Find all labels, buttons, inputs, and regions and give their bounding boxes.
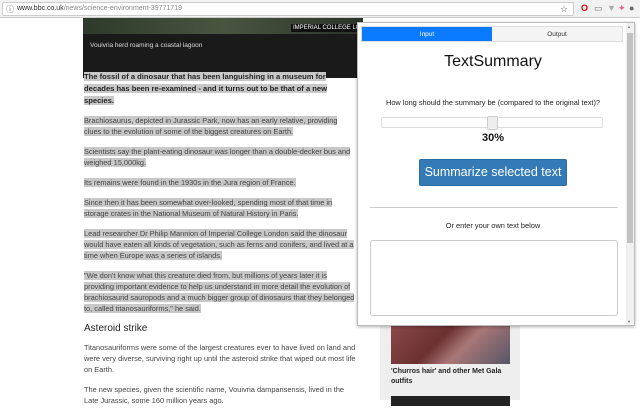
hero-image: IMPERIAL COLLEGE LON Vouivria herd roami… [83,18,367,78]
length-question: How long should the summary be (compared… [385,98,601,107]
paragraph: Brachiosaurus, depicted in Jurassic Park… [84,116,338,136]
scroll-up-icon[interactable]: ▲ [627,24,631,29]
article-lead: The fossil of a dinosaur that has been l… [84,72,328,105]
slider-thumb[interactable] [486,116,498,130]
image-credit: IMPERIAL COLLEGE LON [291,24,367,32]
paragraph: Since then it has been somewhat over-loo… [84,198,333,218]
color-extension-icon[interactable]: ✦ [618,3,626,14]
paragraph: Titanosauriforms were some of the larges… [84,343,356,374]
filter-extension-icon[interactable]: ▼ [607,3,616,14]
info-icon[interactable]: ⓘ [6,4,14,16]
summarize-button[interactable]: Summarize selected text [419,159,567,186]
tab-input[interactable]: Input [362,27,492,41]
paragraph: The new species, given the scientific na… [84,385,345,405]
image-caption: Vouivria herd roaming a coastal lagoon [90,42,203,49]
scrollbar-thumb[interactable] [627,33,633,243]
textsummary-popup: Input Output TextSummary How long should… [357,22,635,326]
popup-scrollbar[interactable]: ▲ ▼ [626,23,634,325]
paragraph: Lead researcher Dr Philip Mannion of Imp… [84,229,354,260]
tab-output[interactable]: Output [492,27,622,41]
cast-icon[interactable]: ▭ [594,3,603,14]
browser-toolbar: ⓘ www.bbc.co.uk/news/science-environment… [0,0,640,18]
percent-label: 30% [481,132,505,144]
opera-extension-icon[interactable]: O [581,3,588,14]
textsummary-extension-icon[interactable]: ● [629,3,634,14]
address-bar[interactable]: ⓘ www.bbc.co.uk/news/science-environment… [2,2,574,16]
paragraph: Its remains were found in the 1930s in t… [84,178,296,187]
paragraph: Scientists say the plant-eating dinosaur… [84,147,351,167]
promo-caption[interactable]: 'Churros hair' and other Met Gala outfit… [391,367,511,387]
tab-bar: Input Output [361,26,623,42]
url-domain: www.bbc.co.uk [17,5,64,12]
scroll-down-icon[interactable]: ▼ [627,319,631,324]
promo-image-2[interactable] [391,396,510,406]
bookmark-star-icon[interactable]: ☆ [560,3,568,15]
divider [370,207,618,208]
own-text-input[interactable] [370,240,618,316]
url-path: /news/science-environment-39771719 [63,5,182,12]
own-text-label: Or enter your own text below [445,221,541,230]
paragraph: "We don't know what this creature died f… [84,271,355,313]
subheading: Asteroid strike [84,323,148,334]
length-slider[interactable] [381,116,603,130]
app-title: TextSummary [444,53,542,70]
article-body: The fossil of a dinosaur that has been l… [84,71,356,415]
promo-image[interactable] [391,325,510,364]
